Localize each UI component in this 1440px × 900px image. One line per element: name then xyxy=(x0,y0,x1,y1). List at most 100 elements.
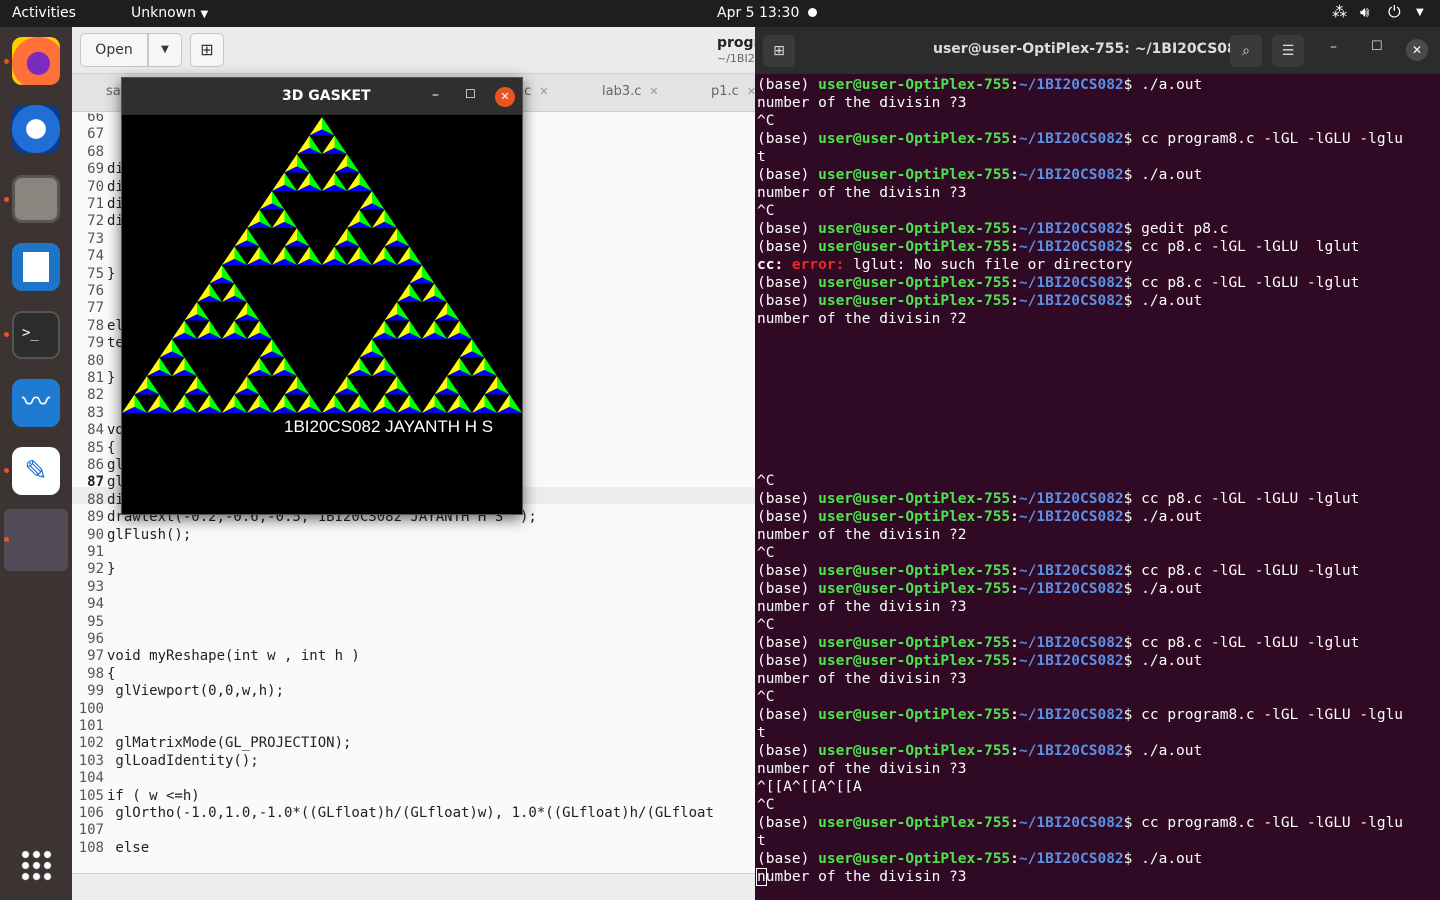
line-number: 92 xyxy=(87,561,104,578)
tab[interactable]: sa xyxy=(106,84,121,99)
terminal-line: (base) user@user-OptiPlex-755:~/1BI20CS0… xyxy=(757,635,1360,651)
terminal-line: t xyxy=(757,725,766,741)
line-number: 70 xyxy=(87,178,104,195)
firefox-icon[interactable] xyxy=(12,37,60,85)
line-number: 79 xyxy=(87,335,104,352)
terminal-line: t xyxy=(757,149,766,165)
activities-button[interactable]: Activities xyxy=(12,5,76,21)
thunderbird-icon[interactable] xyxy=(12,105,60,153)
close-icon[interactable]: ✕ xyxy=(495,87,515,107)
line-number: 97 xyxy=(87,648,104,665)
line-number: 85 xyxy=(87,439,104,456)
terminal-line: number of the divisin ?2 xyxy=(757,527,967,543)
code-line: { xyxy=(107,665,116,682)
power-icon[interactable]: ⏻ xyxy=(1388,2,1401,22)
line-number: 68 xyxy=(87,143,104,160)
line-number: 94 xyxy=(87,596,104,613)
line-number: 105 xyxy=(78,787,104,804)
terminal-icon[interactable]: >_ xyxy=(12,311,60,359)
terminal-line: (base) user@user-OptiPlex-755:~/1BI20CS0… xyxy=(757,653,1203,669)
code-line: } xyxy=(107,370,116,386)
terminal-line: number of the divisin ?3 xyxy=(757,95,967,111)
running-indicator xyxy=(4,468,9,473)
code-line: { xyxy=(107,439,116,456)
line-number: 98 xyxy=(87,665,104,682)
close-icon[interactable]: ✕ xyxy=(1406,39,1428,61)
close-tab-icon[interactable]: ✕ xyxy=(539,85,548,98)
code-line: glLoadIdentity(); xyxy=(107,752,259,769)
terminal-line: (base) user@user-OptiPlex-755:~/1BI20CS0… xyxy=(757,563,1360,579)
close-tab-icon[interactable]: ✕ xyxy=(649,85,658,98)
network-icon[interactable]: ⁂ xyxy=(1332,3,1347,21)
terminal-line: number of the divisin ?3 xyxy=(757,599,967,615)
line-number: 80 xyxy=(87,352,104,369)
line-number: 72 xyxy=(87,213,104,230)
open-menu-chevron-icon[interactable]: ▼ xyxy=(148,33,182,67)
terminal-line: (base) user@user-OptiPlex-755:~/1BI20CS0… xyxy=(757,509,1203,525)
new-tab-icon[interactable]: ⊞ xyxy=(190,33,224,67)
line-number: 74 xyxy=(87,248,104,265)
terminal-line: ^C xyxy=(757,203,775,219)
app-menu-label: Unknown xyxy=(131,5,196,21)
files-icon[interactable] xyxy=(12,175,60,223)
line-number: 82 xyxy=(87,387,104,404)
code-line: } xyxy=(107,561,116,578)
line-number: 107 xyxy=(78,822,104,839)
terminal-output[interactable]: (base) user@user-OptiPlex-755:~/1BI20CS0… xyxy=(755,75,1440,900)
terminal-line: (base) user@user-OptiPlex-755:~/1BI20CS0… xyxy=(757,851,1203,867)
show-applications-icon[interactable] xyxy=(20,849,52,881)
window-subtitle: ~/1BI2 xyxy=(717,52,755,65)
terminal-line: t xyxy=(757,833,766,849)
line-number: 100 xyxy=(78,700,104,717)
code-line: void myReshape(int w , int h ) xyxy=(107,648,360,665)
maximize-icon[interactable]: ☐ xyxy=(1371,39,1383,54)
line-number: 96 xyxy=(87,631,104,647)
system-menu-chevron-icon[interactable]: ▼ xyxy=(1416,7,1424,18)
terminal-line: number of the divisin ?3 xyxy=(757,869,967,885)
system-monitor-icon[interactable]: 〰 xyxy=(12,379,60,427)
libreoffice-writer-icon[interactable] xyxy=(12,243,60,291)
chevron-down-icon: ▼ xyxy=(200,9,209,20)
line-number: 102 xyxy=(78,735,104,752)
running-indicator xyxy=(4,197,9,202)
tab[interactable]: .c ✕ xyxy=(520,84,549,99)
tab[interactable]: p1.c ✕ xyxy=(711,84,756,99)
line-number: 76 xyxy=(87,283,104,299)
terminal-line: ^C xyxy=(757,797,775,813)
terminal-line: (base) user@user-OptiPlex-755:~/1BI20CS0… xyxy=(757,581,1203,597)
terminal-line: (base) user@user-OptiPlex-755:~/1BI20CS0… xyxy=(757,131,1404,147)
line-number: 87 xyxy=(87,474,104,491)
running-indicator xyxy=(4,332,9,337)
top-bar: Activities Unknown ▼ Apr 5 13:30 ⁂ 🔊︎ ⏻ … xyxy=(0,0,1440,27)
volume-icon[interactable]: 🔊︎ xyxy=(1360,3,1369,21)
terminal-line: number of the divisin ?2 xyxy=(757,311,967,327)
app-menu[interactable]: Unknown ▼ xyxy=(131,5,208,21)
terminal-window: ⊞ user@user-OptiPlex-755: ~/1BI20CS082 ⌕… xyxy=(755,27,1440,900)
text-editor-icon[interactable]: ✎ xyxy=(12,447,60,495)
clock[interactable]: Apr 5 13:30 xyxy=(717,5,799,21)
open-button[interactable]: Open xyxy=(80,33,148,67)
code-line: if ( w <=h) xyxy=(107,787,200,804)
line-number: 67 xyxy=(87,126,104,143)
line-number: 91 xyxy=(87,544,104,560)
new-tab-icon[interactable]: ⊞ xyxy=(763,35,795,67)
tab-label: sa xyxy=(106,84,121,99)
active-app-slot[interactable] xyxy=(4,509,68,571)
minimize-icon[interactable]: – xyxy=(1330,39,1337,55)
running-indicator xyxy=(4,537,9,542)
tab-label: p1.c xyxy=(711,84,739,99)
terminal-line: (base) user@user-OptiPlex-755:~/1BI20CS0… xyxy=(757,167,1203,183)
hamburger-menu-icon[interactable]: ☰ xyxy=(1272,35,1304,67)
line-number: 104 xyxy=(78,770,104,787)
search-icon[interactable]: ⌕ xyxy=(1230,35,1262,67)
maximize-icon[interactable]: ☐ xyxy=(465,87,476,101)
tab[interactable]: lab3.c ✕ xyxy=(602,84,659,99)
terminal-line: (base) user@user-OptiPlex-755:~/1BI20CS0… xyxy=(757,239,1360,255)
minimize-icon[interactable]: – xyxy=(432,87,439,103)
line-number: 93 xyxy=(87,578,104,595)
terminal-line: ^C xyxy=(757,617,775,633)
terminal-line: (base) user@user-OptiPlex-755:~/1BI20CS0… xyxy=(757,221,1229,237)
terminal-cursor xyxy=(756,868,767,886)
line-number: 99 xyxy=(87,683,104,700)
gasket-caption: 1BI20CS082 JAYANTH H S xyxy=(284,417,494,436)
